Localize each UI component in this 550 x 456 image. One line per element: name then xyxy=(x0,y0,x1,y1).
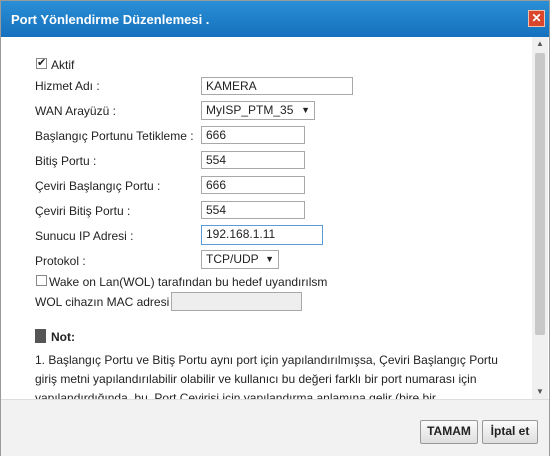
wan-interface-select[interactable]: MyISP_PTM_35 ▼ xyxy=(201,101,315,120)
active-label: Aktif xyxy=(51,58,75,72)
wan-interface-value: MyISP_PTM_35 xyxy=(206,103,294,117)
port-forwarding-dialog: Port Yönlendirme Düzenlemesi . ✕ Aktif H… xyxy=(0,0,550,456)
active-checkbox[interactable] xyxy=(36,56,47,69)
dialog-footer: TAMAM İptal et xyxy=(1,399,549,456)
server-ip-label: Sunucu IP Adresi : xyxy=(35,229,134,243)
vertical-scrollbar[interactable]: ▲ ▼ xyxy=(532,37,548,399)
translation-start-port-label: Çeviri Başlangıç Portu : xyxy=(35,179,161,193)
protocol-label: Protokol : xyxy=(35,254,86,268)
end-port-input[interactable]: 554 xyxy=(201,151,305,169)
note-title: Not: xyxy=(51,330,75,344)
wol-checkbox[interactable] xyxy=(36,275,47,286)
dialog-title: Port Yönlendirme Düzenlemesi . xyxy=(11,12,210,27)
server-ip-input[interactable]: 192.168.1.11 xyxy=(201,225,323,245)
service-name-label: Hizmet Adı : xyxy=(35,79,100,93)
note-text: 1. Başlangıç Portu ve Bitiş Portu aynı p… xyxy=(35,353,498,399)
wol-mac-label: WOL cihazın MAC adresi xyxy=(35,295,170,309)
start-trigger-port-label: Başlangıç Portunu Tetikleme : xyxy=(35,129,194,143)
close-icon[interactable]: ✕ xyxy=(528,10,545,27)
translation-end-port-label: Çeviri Bitiş Portu : xyxy=(35,204,131,218)
scrollbar-thumb[interactable] xyxy=(535,53,545,335)
note-icon xyxy=(35,329,46,343)
scroll-down-icon[interactable]: ▼ xyxy=(532,385,548,399)
wol-label: Wake on Lan(WOL) tarafından bu hedef uya… xyxy=(49,275,328,289)
service-name-input[interactable]: KAMERA xyxy=(201,77,353,95)
dialog-content: Aktif Hizmet Adı : KAMERA WAN Arayüzü : … xyxy=(1,37,531,399)
start-trigger-port-input[interactable]: 666 xyxy=(201,126,305,144)
protocol-value: TCP/UDP xyxy=(206,252,259,266)
end-port-label: Bitiş Portu : xyxy=(35,154,97,168)
cancel-button[interactable]: İptal et xyxy=(482,420,538,444)
dropdown-arrow-icon: ▼ xyxy=(301,105,310,115)
translation-end-port-input[interactable]: 554 xyxy=(201,201,305,219)
scroll-up-icon[interactable]: ▲ xyxy=(532,37,548,51)
ok-button[interactable]: TAMAM xyxy=(420,420,478,444)
translation-start-port-input[interactable]: 666 xyxy=(201,176,305,194)
wol-mac-input[interactable] xyxy=(171,292,302,311)
wan-interface-label: WAN Arayüzü : xyxy=(35,104,116,118)
protocol-select[interactable]: TCP/UDP ▼ xyxy=(201,250,279,269)
dropdown-arrow-icon: ▼ xyxy=(265,254,274,264)
title-bar: Port Yönlendirme Düzenlemesi . ✕ xyxy=(1,1,549,37)
